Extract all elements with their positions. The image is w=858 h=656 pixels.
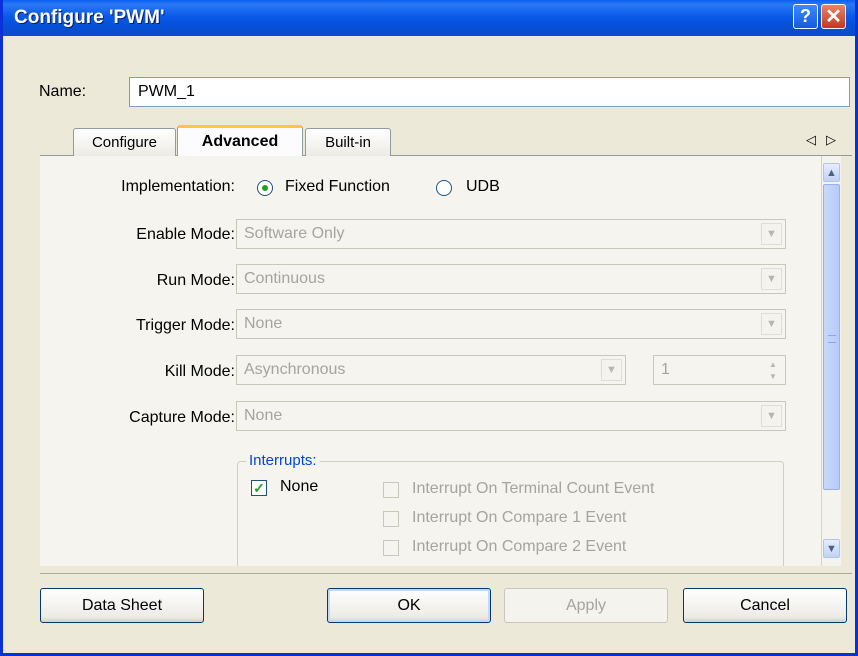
tab-built-in[interactable]: Built-in — [305, 128, 391, 156]
name-label: Name: — [39, 83, 87, 100]
chevron-down-icon[interactable]: ▼ — [761, 405, 782, 427]
configure-dialog: Configure 'PWM' ? ✕ Name: Configure Adva… — [0, 0, 858, 656]
enable-mode-select[interactable]: Software Only ▼ — [236, 219, 786, 249]
enable-mode-label: Enable Mode: — [136, 226, 235, 243]
trigger-mode-select[interactable]: None ▼ — [236, 309, 786, 339]
checkbox-terminal-count[interactable] — [383, 482, 399, 498]
close-icon[interactable]: ✕ — [821, 4, 846, 29]
grip-icon — [828, 335, 836, 343]
kill-mode-value: Asynchronous — [244, 361, 346, 378]
run-mode-label: Run Mode: — [156, 272, 235, 289]
footer-separator — [40, 573, 852, 574]
tab-scroll-right-icon[interactable]: ▷ — [826, 132, 836, 148]
spin-up-icon[interactable]: ▲ — [764, 359, 782, 370]
implementation-label: Implementation: — [121, 178, 235, 195]
capture-mode-label: Capture Mode: — [129, 409, 235, 426]
none-label[interactable]: None — [280, 478, 318, 496]
kill-mode-spin-value: 1 — [661, 361, 670, 378]
vertical-scrollbar[interactable]: ▲ ▼ — [821, 156, 841, 566]
chevron-down-icon[interactable]: ▼ — [761, 313, 782, 335]
radio-udb[interactable] — [436, 180, 452, 196]
kill-mode-spinner[interactable]: 1 ▲ ▼ — [653, 355, 786, 385]
capture-mode-value: None — [244, 407, 283, 424]
tab-advanced[interactable]: Advanced — [177, 125, 303, 156]
scrollbar-thumb[interactable] — [823, 184, 840, 490]
run-mode-select[interactable]: Continuous ▼ — [236, 264, 786, 294]
scroll-down-icon[interactable]: ▼ — [823, 539, 840, 558]
tab-scroll-left-icon[interactable]: ◁ — [806, 132, 816, 148]
chevron-down-icon[interactable]: ▼ — [761, 268, 782, 290]
capture-mode-select[interactable]: None ▼ — [236, 401, 786, 431]
ok-button[interactable]: OK — [327, 588, 491, 623]
checkbox-compare-1[interactable] — [383, 511, 399, 527]
compare-2-label: Interrupt On Compare 2 Event — [412, 538, 627, 555]
interrupts-title: Interrupts: — [246, 452, 320, 469]
advanced-panel: Implementation: Fixed Function UDB Enabl… — [40, 156, 821, 566]
title-bar[interactable]: Configure 'PWM' ? ✕ — [3, 0, 855, 36]
trigger-mode-value: None — [244, 315, 283, 332]
tab-configure[interactable]: Configure — [73, 128, 176, 156]
data-sheet-button[interactable]: Data Sheet — [40, 588, 204, 623]
checkbox-compare-2[interactable] — [383, 540, 399, 556]
udb-label[interactable]: UDB — [466, 178, 500, 196]
terminal-count-label: Interrupt On Terminal Count Event — [412, 480, 655, 497]
help-icon[interactable]: ? — [793, 4, 818, 29]
cancel-button[interactable]: Cancel — [683, 588, 847, 623]
run-mode-value: Continuous — [244, 270, 325, 287]
name-input[interactable] — [129, 77, 850, 107]
chevron-down-icon[interactable]: ▼ — [601, 359, 622, 381]
kill-mode-label: Kill Mode: — [164, 363, 235, 380]
checkbox-none[interactable]: ✓ — [251, 480, 267, 496]
kill-mode-select[interactable]: Asynchronous ▼ — [236, 355, 626, 385]
chevron-down-icon[interactable]: ▼ — [761, 223, 782, 245]
radio-fixed-function[interactable] — [257, 180, 273, 196]
enable-mode-value: Software Only — [244, 225, 345, 242]
spin-down-icon[interactable]: ▼ — [764, 371, 782, 382]
compare-1-label: Interrupt On Compare 1 Event — [412, 509, 627, 526]
trigger-mode-label: Trigger Mode: — [136, 317, 235, 334]
apply-button[interactable]: Apply — [504, 588, 668, 623]
window-title: Configure 'PWM' — [14, 7, 165, 28]
fixed-function-label[interactable]: Fixed Function — [285, 178, 390, 196]
scroll-up-icon[interactable]: ▲ — [823, 163, 840, 182]
